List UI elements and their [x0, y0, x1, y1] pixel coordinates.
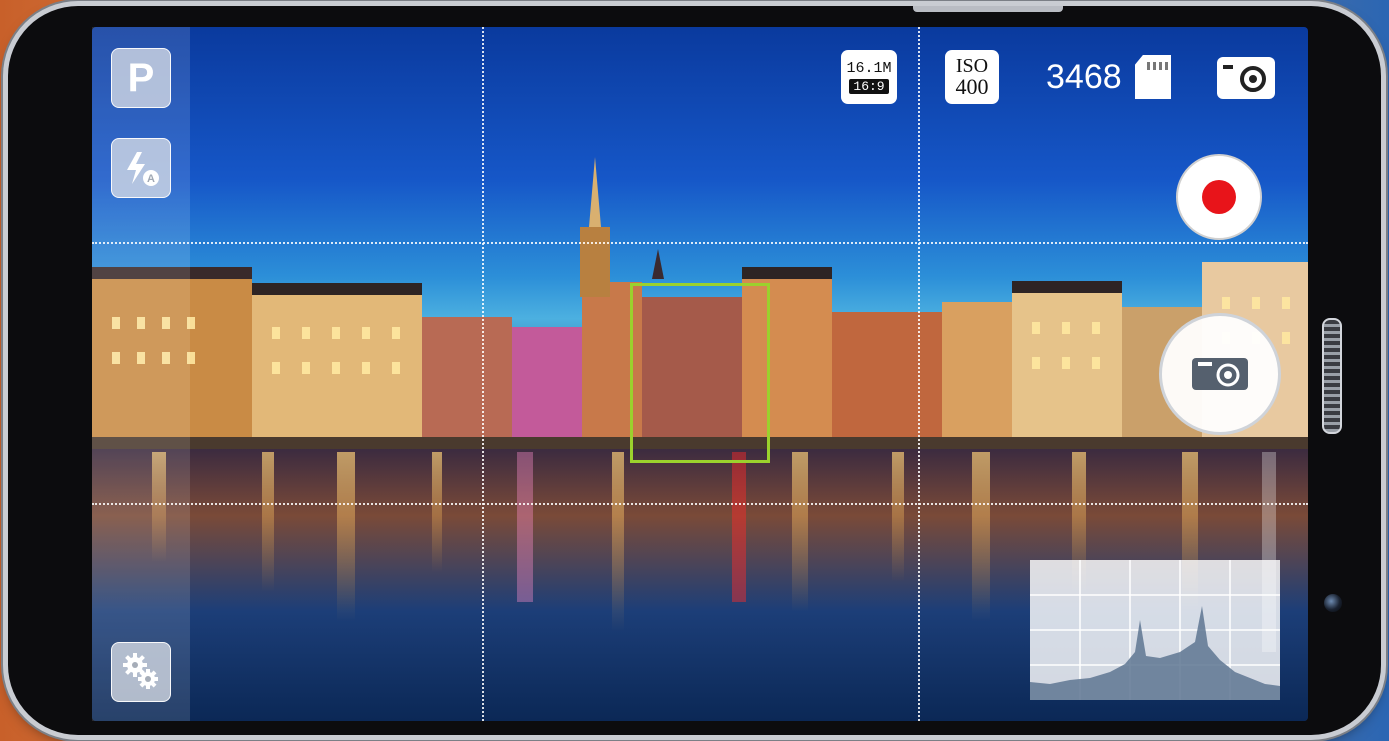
- flash-button[interactable]: A: [111, 138, 171, 198]
- histogram: [1030, 560, 1280, 700]
- gears-icon: [123, 653, 158, 689]
- shutter-button[interactable]: [1159, 313, 1281, 435]
- record-button[interactable]: [1176, 154, 1262, 240]
- focus-frame: [630, 283, 770, 463]
- camera-mode-switch[interactable]: [1217, 57, 1275, 99]
- sd-card-icon: [1135, 55, 1171, 99]
- flash-auto-icon: A: [127, 152, 159, 186]
- grid-line-horizontal: [92, 503, 1308, 505]
- earpiece-speaker: [1322, 318, 1342, 434]
- settings-button[interactable]: [111, 642, 171, 702]
- camera-shutter-icon: [1192, 358, 1248, 390]
- iso-label: ISO: [955, 55, 989, 77]
- left-control-panel: [92, 27, 190, 721]
- camera-mode-icon: [1223, 65, 1266, 92]
- histogram-graph: [1030, 560, 1280, 700]
- grid-line-horizontal: [92, 242, 1308, 244]
- aspect-ratio-value: 16:9: [849, 78, 889, 94]
- mode-button[interactable]: P: [111, 48, 171, 108]
- iso-badge[interactable]: ISO 400: [945, 50, 999, 104]
- iso-value: 400: [955, 74, 989, 99]
- mode-label: P: [127, 56, 155, 100]
- shots-remaining: 3468: [1046, 58, 1122, 96]
- grid-line-vertical: [482, 27, 484, 721]
- resolution-value: 16.1M: [846, 59, 892, 77]
- svg-text:A: A: [147, 173, 155, 185]
- resolution-badge[interactable]: 16.1M 16:9: [841, 50, 897, 104]
- grid-line-vertical: [918, 27, 920, 721]
- front-camera: [1324, 594, 1342, 612]
- power-button: [913, 6, 1063, 12]
- record-icon: [1202, 180, 1236, 214]
